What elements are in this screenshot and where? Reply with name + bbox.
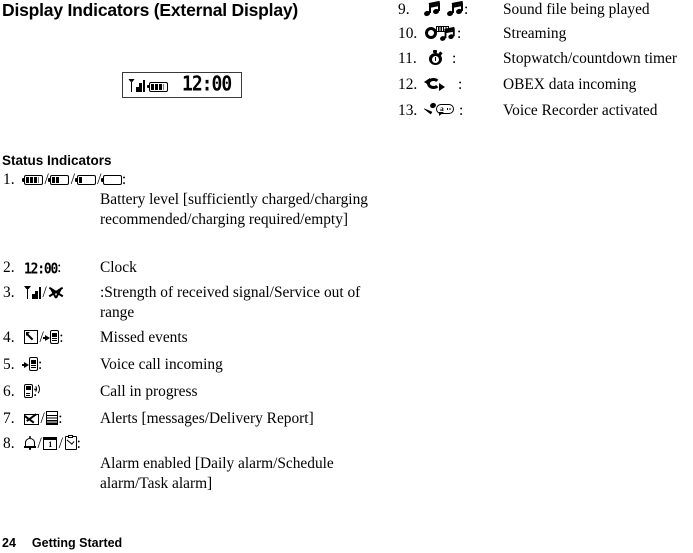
battery-full-icon bbox=[22, 175, 43, 185]
list-item-description: Clock bbox=[100, 259, 137, 276]
list-item-icons: : bbox=[424, 75, 463, 95]
calendar-icon: 1 bbox=[43, 437, 58, 450]
page-footer: 24 Getting Started bbox=[2, 536, 122, 550]
external-display-status-row bbox=[123, 79, 168, 92]
list-item-number: 1. bbox=[3, 171, 15, 188]
voice-recorder-icon: a bbox=[425, 102, 455, 117]
list-item-description: :Strength of received signal/Service out… bbox=[100, 284, 361, 321]
section-heading-status-indicators: Status Indicators bbox=[2, 153, 112, 168]
list-item-icons: : bbox=[22, 355, 43, 375]
list-item-colon: : bbox=[58, 410, 63, 427]
music-note-icon bbox=[423, 0, 441, 16]
list-item-colon: : bbox=[121, 171, 127, 188]
list-item-icons: : bbox=[423, 0, 469, 20]
list-item-number: 7. bbox=[3, 410, 15, 427]
incoming-voice-call-icon bbox=[22, 357, 38, 371]
icon-separator: / bbox=[37, 435, 42, 452]
list-item-description: Voice Recorder activated bbox=[503, 102, 658, 119]
list-item-colon: : bbox=[457, 25, 462, 42]
list-item-icons: /: bbox=[24, 328, 64, 348]
list-item-number: 6. bbox=[3, 383, 15, 400]
list-item-description: OBEX data incoming bbox=[503, 76, 637, 93]
list-item-colon: : bbox=[458, 76, 463, 93]
signal-bars-icon bbox=[24, 286, 42, 299]
icon-separator: / bbox=[40, 410, 45, 427]
list-item-icons: / / /: bbox=[22, 170, 127, 190]
list-item-icons: : bbox=[24, 382, 40, 402]
list-item-colon: : bbox=[57, 259, 62, 276]
list-item-colon: : bbox=[459, 102, 464, 119]
bell-icon bbox=[24, 436, 36, 451]
no-service-icon bbox=[48, 285, 64, 299]
battery-empty-icon bbox=[100, 175, 122, 185]
list-item-description: Voice call incoming bbox=[100, 356, 223, 373]
list-item-colon: : bbox=[38, 356, 43, 373]
list-item-number: 12. bbox=[398, 76, 418, 93]
list-item-description: Alerts [messages/Delivery Report] bbox=[100, 410, 314, 427]
list-item-description: Call in progress bbox=[100, 383, 198, 400]
battery-one-third-icon bbox=[74, 175, 96, 185]
list-item-icons: : bbox=[428, 49, 456, 69]
icon-separator: / bbox=[58, 435, 64, 452]
call-in-progress-icon bbox=[24, 383, 40, 398]
list-item-number: 8. bbox=[3, 435, 15, 452]
list-item-icons: / bbox=[24, 283, 64, 303]
stopwatch-icon bbox=[428, 50, 443, 65]
battery-two-thirds-icon bbox=[48, 175, 70, 185]
task-checklist-icon bbox=[64, 434, 77, 450]
lcd-clock-icon: 12:00 bbox=[24, 260, 58, 279]
signal-bars-icon bbox=[128, 79, 146, 92]
list-item-number: 13. bbox=[398, 102, 418, 119]
list-item-number: 3. bbox=[3, 284, 15, 301]
list-item-colon: : bbox=[464, 1, 469, 18]
battery-icon bbox=[147, 81, 168, 92]
list-item-description: Missed events bbox=[100, 329, 188, 346]
list-item-icons: /: bbox=[24, 409, 63, 429]
icon-separator: / bbox=[42, 284, 47, 301]
delivery-report-icon bbox=[46, 411, 59, 425]
footer-page-number: 24 bbox=[2, 536, 16, 550]
list-item-description: Battery level [sufficiently charged/char… bbox=[100, 191, 368, 228]
external-display-mockup: 12:00 bbox=[122, 72, 242, 98]
list-item-description: Sound file being played bbox=[503, 1, 650, 18]
music-note-icon bbox=[446, 0, 464, 16]
external-display-clock: 12:00 bbox=[182, 72, 232, 97]
list-item-description: Stopwatch/countdown timer bbox=[503, 50, 677, 67]
list-item-icons: /1/: bbox=[24, 434, 81, 454]
footer-section-title: Getting Started bbox=[31, 536, 123, 550]
list-item-description: Streaming bbox=[503, 25, 567, 42]
list-item-number: 5. bbox=[3, 356, 15, 373]
page-title: Display Indicators (External Display) bbox=[2, 0, 299, 20]
list-item-number: 4. bbox=[3, 329, 15, 346]
list-item-colon: : bbox=[76, 435, 81, 452]
list-item-description: Alarm enabled [Daily alarm/Schedule alar… bbox=[100, 455, 334, 492]
list-item-number: 2. bbox=[3, 259, 15, 276]
list-item-icons: a : bbox=[425, 101, 463, 121]
list-item-icons: 12:00: bbox=[24, 258, 61, 280]
list-item-number: 9. bbox=[398, 1, 410, 18]
missed-call-icon bbox=[24, 330, 38, 344]
list-item-colon: : bbox=[452, 50, 457, 67]
streaming-icon bbox=[425, 25, 457, 41]
list-item-icons: : bbox=[425, 24, 461, 44]
list-item-number: 10. bbox=[398, 25, 418, 42]
list-item-number: 11. bbox=[398, 50, 417, 67]
envelope-icon bbox=[24, 414, 39, 425]
obex-incoming-icon bbox=[424, 76, 445, 91]
incoming-event-icon bbox=[43, 330, 60, 344]
list-item-colon: : bbox=[59, 329, 64, 346]
